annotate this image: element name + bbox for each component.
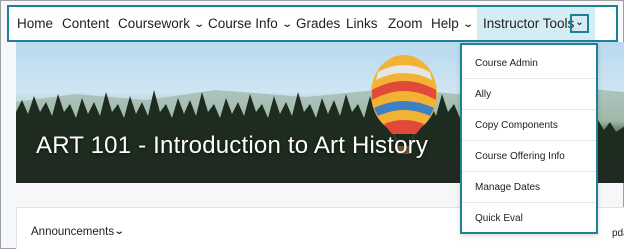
menu-item-copy-components[interactable]: Copy Components <box>462 110 596 141</box>
nav-home-label: Home <box>17 16 54 31</box>
menu-item-label: Course Offering Info <box>475 151 565 162</box>
nav-course-info[interactable]: Course Info ⌄ <box>208 7 293 40</box>
nav-course-info-label: Course Info <box>208 16 278 31</box>
menu-item-course-offering-info[interactable]: Course Offering Info <box>462 141 596 172</box>
nav-links[interactable]: Links <box>346 7 378 40</box>
truncated-widget-label: pdate <box>612 228 624 239</box>
chevron-down-icon[interactable]: ⌄ <box>114 226 125 237</box>
menu-item-label: Course Admin <box>475 58 538 69</box>
screenshot-frame: Home Content Coursework ⌄ Course Info ⌄ Gr… <box>0 0 624 249</box>
instructor-tools-menu: Course Admin Ally Copy Components Course… <box>460 43 598 234</box>
nav-grades-label: Grades <box>296 16 341 31</box>
menu-item-label: Quick Eval <box>475 213 523 224</box>
nav-home[interactable]: Home <box>17 7 53 40</box>
nav-help-label: Help <box>431 16 459 31</box>
nav-links-label: Links <box>346 16 378 31</box>
nav-instructor-tools[interactable]: Instructor Tools ⌄ <box>477 7 595 40</box>
announcements-label: Announcements <box>31 226 115 238</box>
nav-coursework-label: Coursework <box>118 16 191 31</box>
course-navbar: Home Content Coursework ⌄ Course Info ⌄ Gr… <box>7 5 618 42</box>
chevron-down-icon[interactable]: ⌄ <box>570 14 589 33</box>
nav-instructor-tools-label: Instructor Tools <box>483 16 575 31</box>
chevron-down-icon: ⌄ <box>193 19 205 30</box>
nav-help[interactable]: Help ⌄ <box>431 7 474 40</box>
nav-coursework[interactable]: Coursework ⌄ <box>118 7 205 40</box>
menu-item-ally[interactable]: Ally <box>462 79 596 110</box>
nav-zoom-label: Zoom <box>388 16 423 31</box>
menu-item-course-admin[interactable]: Course Admin <box>462 48 596 79</box>
menu-item-quick-eval[interactable]: Quick Eval <box>462 203 596 234</box>
nav-grades[interactable]: Grades <box>296 7 340 40</box>
nav-content-label: Content <box>62 16 110 31</box>
nav-zoom[interactable]: Zoom <box>388 7 423 40</box>
menu-item-label: Ally <box>475 89 492 100</box>
menu-item-label: Copy Components <box>475 120 558 131</box>
menu-item-manage-dates[interactable]: Manage Dates <box>462 172 596 203</box>
menu-item-label: Manage Dates <box>475 182 541 193</box>
course-title: ART 101 - Introduction to Art History <box>36 132 429 159</box>
chevron-down-icon: ⌄ <box>281 19 293 30</box>
chevron-down-icon: ⌄ <box>462 19 474 30</box>
nav-content[interactable]: Content <box>62 7 109 40</box>
